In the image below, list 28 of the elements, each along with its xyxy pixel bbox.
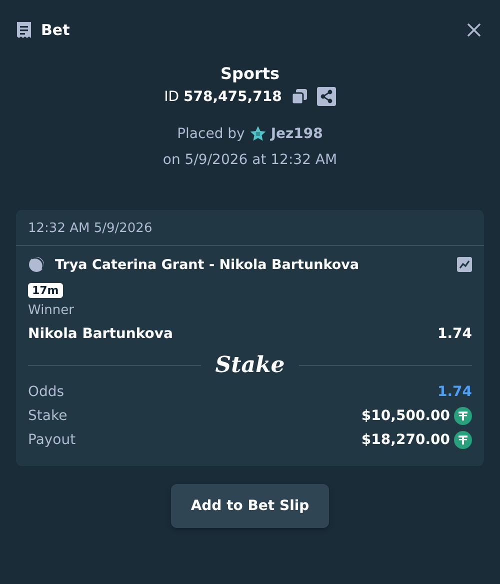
selection-odds: 1.74 bbox=[437, 326, 472, 342]
bet-category: Sports bbox=[220, 64, 280, 84]
chart-icon[interactable] bbox=[457, 257, 472, 272]
market-label: Winner bbox=[28, 303, 76, 318]
event-name[interactable]: Trya Caterina Grant - Nikola Bartunkova bbox=[55, 256, 360, 272]
amount-value: $18,270.00 bbox=[361, 432, 450, 448]
copy-button[interactable] bbox=[290, 88, 308, 105]
time-badge: 17m bbox=[28, 283, 63, 298]
add-to-bet-slip-button[interactable]: Add to Bet Slip bbox=[170, 484, 330, 528]
tether-coin-icon bbox=[454, 407, 472, 425]
dialog-title: Bet bbox=[41, 21, 70, 39]
placed-date: on 5/9/2026 at 12:32 AM bbox=[162, 152, 338, 168]
bet-timestamp: 12:32 AM 5/9/2026 bbox=[16, 210, 484, 246]
bet-slip-icon bbox=[16, 20, 32, 40]
star-icon bbox=[248, 125, 267, 143]
placed-by-label: Placed by bbox=[177, 126, 245, 142]
summary-label: Stake bbox=[28, 408, 68, 424]
username-link[interactable]: Jez198 bbox=[270, 126, 323, 142]
share-button[interactable] bbox=[316, 87, 336, 106]
summary-label: Payout bbox=[28, 432, 76, 448]
summary-label: Odds bbox=[28, 384, 64, 400]
odds-value: 1.74 bbox=[437, 384, 472, 400]
bet-id: ID 578,475,718 bbox=[164, 88, 282, 104]
amount-value: $10,500.00 bbox=[361, 408, 450, 424]
tether-coin-icon bbox=[454, 431, 472, 449]
close-button[interactable] bbox=[466, 22, 482, 38]
selection-name: Nikola Bartunkova bbox=[28, 326, 173, 342]
brand-logo: Stake bbox=[215, 352, 285, 378]
